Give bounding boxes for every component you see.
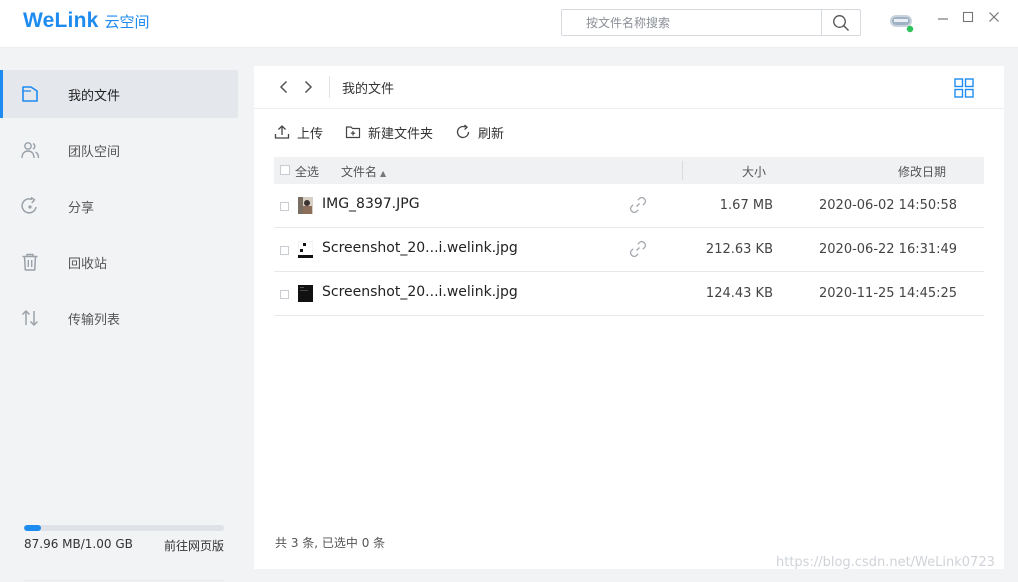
file-modified-date: 2020-11-25 14:45:25 xyxy=(819,286,958,301)
column-header-date[interactable]: 修改日期 xyxy=(898,163,946,180)
storage-progress-fill xyxy=(24,525,42,531)
minimize-icon xyxy=(938,18,948,20)
column-header-size[interactable]: 大小 xyxy=(742,163,766,180)
transfer-icon xyxy=(21,309,39,327)
row-checkbox[interactable] xyxy=(280,246,289,255)
close-button[interactable] xyxy=(987,10,1001,24)
new-folder-icon xyxy=(345,126,361,139)
column-header-name[interactable]: 文件名 ▲ xyxy=(341,163,386,180)
sidebar-item-label: 分享 xyxy=(68,200,95,216)
sidebar: 我的文件 团队空间 分享 回收站 传输列表 87.96 MB/1.00 GB 前… xyxy=(0,49,246,582)
user-avatar[interactable] xyxy=(889,11,915,33)
trash-icon xyxy=(22,253,38,271)
maximize-button[interactable] xyxy=(961,10,975,24)
file-size: 1.67 MB xyxy=(719,198,773,213)
table-row[interactable]: Screenshot_20...i.welink.jpg 212.63 KB 2… xyxy=(274,228,984,272)
maximize-icon xyxy=(962,11,974,23)
search-box xyxy=(561,9,861,36)
forward-arrow-icon[interactable] xyxy=(300,79,316,95)
minimize-button[interactable] xyxy=(936,10,950,24)
file-modified-date: 2020-06-22 16:31:49 xyxy=(819,242,958,257)
refresh-label: 刷新 xyxy=(478,126,505,142)
sidebar-item-team-space[interactable]: 团队空间 xyxy=(0,126,238,174)
sidebar-item-label: 传输列表 xyxy=(68,312,121,328)
sidebar-item-my-files[interactable]: 我的文件 xyxy=(0,70,238,118)
sort-ascending-icon: ▲ xyxy=(380,169,387,178)
select-all-checkbox[interactable] xyxy=(280,165,290,175)
sidebar-item-label: 回收站 xyxy=(68,256,108,272)
file-name[interactable]: Screenshot_20...i.welink.jpg xyxy=(322,284,518,300)
breadcrumb-divider xyxy=(329,76,330,98)
column-header-name-label: 文件名 xyxy=(341,165,378,179)
file-size: 124.43 KB xyxy=(705,286,773,301)
search-icon xyxy=(833,14,849,31)
storage-usage: 87.96 MB/1.00 GB 前往网页版 xyxy=(24,525,224,581)
brand-subtitle: 云空间 xyxy=(104,13,150,31)
brand-name: WeLink xyxy=(23,9,99,32)
search-input[interactable] xyxy=(562,10,822,35)
share-icon xyxy=(21,196,37,214)
avatar-icon xyxy=(890,15,914,33)
sidebar-item-transfer-list[interactable]: 传输列表 xyxy=(0,294,238,342)
file-name[interactable]: Screenshot_20...i.welink.jpg xyxy=(322,240,518,256)
column-divider[interactable] xyxy=(682,161,683,180)
file-toolbar: 上传 新建文件夹 刷新 xyxy=(274,121,526,143)
image-thumbnail-icon xyxy=(298,285,313,302)
breadcrumb-bar: 我的文件 xyxy=(254,66,1004,109)
link-icon[interactable] xyxy=(628,239,648,259)
storage-progress-bar xyxy=(24,525,224,531)
row-checkbox[interactable] xyxy=(280,290,289,299)
grid-view-icon[interactable] xyxy=(954,78,974,98)
title-bar: WeLink 云空间 xyxy=(0,0,1018,48)
upload-button[interactable]: 上传 xyxy=(274,123,323,142)
file-size: 212.63 KB xyxy=(705,242,773,257)
folder-icon xyxy=(22,86,38,102)
watermark-text: https://blog.csdn.net/WeLink0723 xyxy=(776,555,995,570)
sidebar-item-label: 团队空间 xyxy=(68,144,121,160)
active-indicator xyxy=(0,70,3,118)
new-folder-label: 新建文件夹 xyxy=(368,126,434,142)
file-name[interactable]: IMG_8397.JPG xyxy=(322,196,420,212)
search-button[interactable] xyxy=(822,10,860,35)
breadcrumb: 我的文件 xyxy=(342,82,395,97)
image-thumbnail-icon xyxy=(298,241,313,258)
refresh-icon xyxy=(456,124,470,139)
image-thumbnail-icon xyxy=(298,197,313,214)
table-row[interactable]: Screenshot_20...i.welink.jpg 124.43 KB 2… xyxy=(274,272,984,316)
select-all-label[interactable]: 全选 xyxy=(295,163,319,180)
table-header: 全选 文件名 ▲ 大小 修改日期 xyxy=(274,157,984,184)
back-arrow-icon[interactable] xyxy=(276,79,292,95)
file-modified-date: 2020-06-02 14:50:58 xyxy=(819,198,958,213)
file-panel: 我的文件 上传 新建文件夹 刷新 全选 文件名 ▲ 大小 修改日期 IMG_83… xyxy=(254,66,1004,569)
file-list: IMG_8397.JPG 1.67 MB 2020-06-02 14:50:58… xyxy=(274,184,984,316)
sidebar-item-recycle-bin[interactable]: 回收站 xyxy=(0,238,238,286)
row-checkbox[interactable] xyxy=(280,202,289,211)
selection-status: 共 3 条, 已选中 0 条 xyxy=(275,536,386,550)
sidebar-item-label: 我的文件 xyxy=(68,88,121,104)
upload-label: 上传 xyxy=(297,126,324,142)
team-icon xyxy=(21,142,40,159)
close-icon xyxy=(989,12,999,22)
storage-info-row: 87.96 MB/1.00 GB 前往网页版 xyxy=(24,537,224,581)
refresh-button[interactable]: 刷新 xyxy=(455,123,504,142)
app-logo: WeLink 云空间 xyxy=(23,9,150,33)
open-web-version-link[interactable]: 前往网页版 xyxy=(164,537,224,554)
link-icon[interactable] xyxy=(628,195,648,215)
upload-icon xyxy=(274,125,290,139)
sidebar-item-share[interactable]: 分享 xyxy=(0,182,238,230)
new-folder-button[interactable]: 新建文件夹 xyxy=(345,123,433,142)
storage-used-text: 87.96 MB/1.00 GB xyxy=(24,537,133,551)
table-row[interactable]: IMG_8397.JPG 1.67 MB 2020-06-02 14:50:58 xyxy=(274,184,984,228)
